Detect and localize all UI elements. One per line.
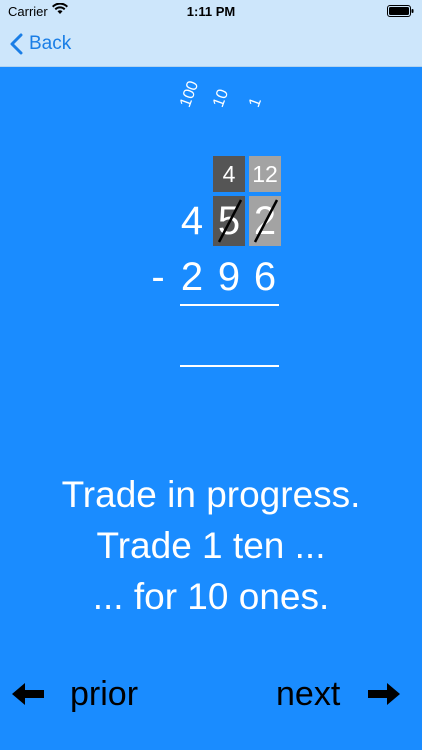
traded-ones-box: 12 xyxy=(249,156,281,192)
next-button[interactable]: next xyxy=(276,672,402,716)
answer-line xyxy=(180,365,279,367)
ones-strike-mark xyxy=(253,199,279,243)
back-button[interactable]: Back xyxy=(10,31,71,57)
arrow-left-icon xyxy=(12,683,44,705)
message-line-2: Trade 1 ten ... xyxy=(96,525,326,566)
place-value-tens: 10 xyxy=(210,87,233,110)
navigation-bar: Back xyxy=(0,22,422,67)
next-label: next xyxy=(276,674,341,713)
message-line-1: Trade in progress. xyxy=(61,474,361,515)
subtraction-rule xyxy=(180,304,279,306)
back-label: Back xyxy=(29,33,72,54)
tens-strike-mark xyxy=(217,199,243,243)
prior-label: prior xyxy=(70,674,139,713)
bottom-digit-tens: 9 xyxy=(217,255,241,299)
top-digit-hundreds: 4 xyxy=(180,199,204,243)
arrow-right-icon xyxy=(368,683,401,705)
chevron-left-icon xyxy=(10,33,23,55)
bottom-digit-hundreds: 2 xyxy=(180,255,204,299)
minus-sign: - xyxy=(151,255,165,299)
prior-button[interactable]: prior xyxy=(10,672,138,716)
message-line-3: ... for 10 ones. xyxy=(92,576,330,617)
battery-icon xyxy=(387,5,414,20)
status-bar: Carrier 1:11 PM xyxy=(0,0,422,22)
place-value-ones: 1 xyxy=(246,95,266,110)
traded-tens-box: 4 xyxy=(213,156,245,192)
bottom-digit-ones: 6 xyxy=(253,255,277,299)
clock: 1:11 PM xyxy=(186,4,236,19)
place-value-hundreds: 100 xyxy=(177,78,203,110)
